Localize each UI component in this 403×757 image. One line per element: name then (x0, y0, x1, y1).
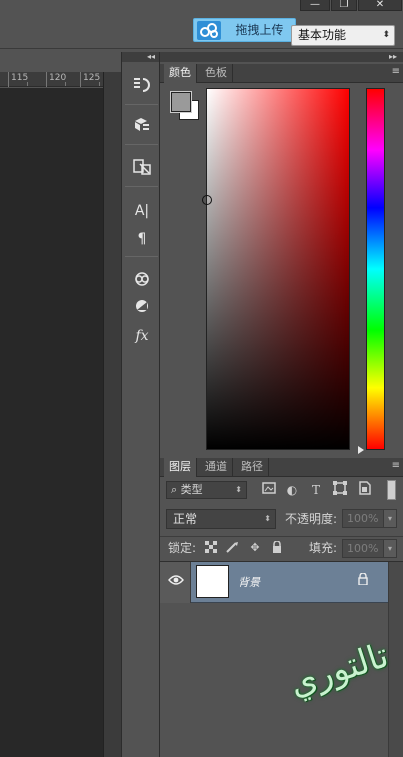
adjustment-layer-filter-icon[interactable]: ◐ (283, 481, 301, 499)
layer-filter-dropdown[interactable]: ⌕ 类型 ⬍ (166, 481, 247, 499)
tab-layers[interactable]: 图层 (164, 458, 197, 477)
type-layer-filter-icon[interactable]: T (307, 481, 325, 499)
hue-slider[interactable] (366, 88, 385, 450)
opacity-dropdown-icon[interactable]: ▾ (383, 509, 397, 528)
workspace-value: 基本功能 (298, 28, 347, 42)
properties-icon[interactable] (129, 116, 155, 138)
strip-separator (125, 144, 158, 145)
fill-field[interactable]: 100% (342, 539, 384, 558)
layer-filter-bar: ⌕ 类型 ⬍ ◐ T (160, 477, 403, 503)
document-canvas[interactable] (0, 88, 103, 757)
strip-separator (125, 256, 158, 257)
paragraph-styles-icon[interactable] (129, 158, 155, 180)
ruler-tick-label: 115 (8, 72, 28, 87)
close-button[interactable]: ✕ (358, 0, 402, 11)
cloud-link-icon (197, 21, 221, 40)
layer-row-background[interactable]: 背景 (160, 562, 388, 603)
lock-fill-row: 锁定: ✥ 填充: 100% ▾ (160, 536, 403, 560)
lock-all-icon[interactable] (270, 540, 284, 555)
ruler-tick-label: 120 (46, 72, 66, 87)
blend-mode-value: 正常 (173, 512, 198, 526)
restore-button[interactable]: ❐ (331, 0, 357, 11)
filter-toggle-switch[interactable] (387, 480, 396, 500)
layer-filter-value: 类型 (180, 483, 203, 496)
paragraph-icon[interactable]: ¶ (129, 228, 155, 250)
history-icon[interactable] (129, 76, 155, 98)
adjustments-icon[interactable] (129, 297, 155, 319)
minimize-button[interactable]: — (300, 0, 330, 11)
dropdown-arrow-icon: ⬍ (382, 30, 390, 40)
color-panel-tabs: 颜色 色板 ≡ (160, 64, 403, 83)
layers-scrollbar[interactable] (388, 562, 403, 757)
ruler-tick-label: 125 (80, 72, 100, 87)
drag-upload-button[interactable]: 拖拽上传 (193, 18, 296, 42)
tab-color[interactable]: 颜色 (164, 64, 197, 83)
lock-label: 锁定: (168, 541, 197, 555)
collapsed-panel-strip: ◂◂ A| ¶ fx (121, 52, 160, 757)
panel-menu-icon[interactable]: ≡ (392, 66, 400, 77)
shape-layer-filter-icon[interactable] (331, 481, 349, 499)
panel-menu-icon[interactable]: ≡ (392, 460, 400, 471)
foreground-color-swatch[interactable] (170, 91, 192, 113)
tab-swatches[interactable]: 色板 (200, 64, 233, 83)
tab-paths[interactable]: 路径 (236, 458, 269, 477)
search-icon: ⌕ (171, 483, 181, 496)
canvas-scrollbar[interactable] (103, 72, 121, 757)
layer-name[interactable]: 背景 (238, 574, 260, 590)
smart-object-filter-icon[interactable] (356, 481, 374, 499)
layer-visibility-column (160, 562, 191, 603)
collapse-dock-icon[interactable]: ▸▸ (160, 52, 403, 62)
drag-upload-label: 拖拽上传 (235, 23, 284, 37)
ruler-minor-tick (99, 82, 100, 86)
ruler-minor-tick (65, 82, 66, 86)
collapse-strip-icon[interactable]: ◂◂ (122, 52, 159, 62)
eye-icon[interactable] (167, 574, 185, 588)
fill-label: 填充: (309, 541, 338, 555)
lock-position-icon[interactable]: ✥ (248, 541, 262, 555)
hue-slider-marker-icon[interactable] (358, 446, 364, 454)
blend-mode-dropdown[interactable]: 正常 ⬍ (166, 509, 276, 529)
ruler-minor-tick (27, 82, 28, 86)
pixel-layer-filter-icon[interactable] (260, 481, 278, 499)
layers-panel-tabs: 图层 通道 路径 ≡ (160, 458, 403, 477)
layer-thumbnail (196, 565, 229, 598)
blend-opacity-row: 正常 ⬍ 不透明度: 100% ▾ (160, 507, 403, 531)
dropdown-arrow-icon: ⬍ (264, 514, 271, 523)
saturation-brightness-field[interactable] (206, 88, 350, 450)
opacity-label: 不透明度: (285, 512, 338, 526)
opacity-field[interactable]: 100% (342, 509, 384, 528)
dropdown-arrow-icon: ⬍ (235, 485, 242, 494)
lock-transparent-pixels-icon[interactable] (204, 541, 218, 555)
character-icon[interactable]: A| (129, 200, 155, 222)
workspace-dropdown[interactable]: 基本功能 ⬍ (291, 25, 395, 46)
strip-separator (125, 186, 158, 187)
lock-image-pixels-icon[interactable] (226, 541, 240, 555)
horizontal-ruler: 115 120 125 (0, 72, 103, 87)
styles-icon[interactable]: fx (129, 325, 155, 347)
layer-lock-icon (358, 572, 368, 588)
libraries-icon[interactable] (129, 270, 155, 292)
tab-channels[interactable]: 通道 (200, 458, 233, 477)
fill-dropdown-icon[interactable]: ▾ (383, 539, 397, 558)
strip-separator (125, 104, 158, 105)
color-picker-marker[interactable] (202, 195, 212, 205)
